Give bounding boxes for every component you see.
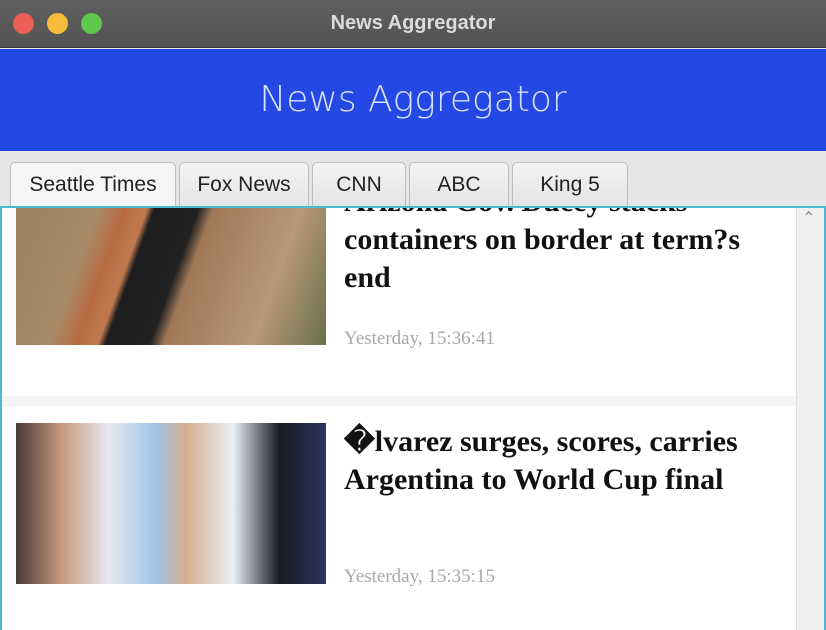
article-title[interactable]: �lvarez surges, scores, carries Argentin… [344, 423, 764, 499]
tab-king-5[interactable]: King 5 [512, 162, 628, 208]
article-card[interactable]: Arizona Gov. Ducey stacks containers on … [2, 208, 798, 396]
window-title: News Aggregator [330, 12, 496, 34]
tab-bar: Seattle Times Fox News CNN ABC King 5 [0, 151, 826, 208]
app-header: News Aggregator [0, 49, 826, 151]
article-list[interactable]: Arizona Gov. Ducey stacks containers on … [0, 206, 826, 630]
vertical-scrollbar[interactable]: ⌃ [796, 208, 824, 630]
scroll-up-icon[interactable]: ⌃ [802, 208, 815, 228]
tab-fox-news[interactable]: Fox News [179, 162, 309, 208]
article-timestamp: Yesterday, 15:36:41 [344, 328, 495, 349]
article-title[interactable]: Arizona Gov. Ducey stacks containers on … [344, 208, 764, 297]
title-bar: News Aggregator [0, 0, 826, 48]
article-card[interactable]: �lvarez surges, scores, carries Argentin… [2, 406, 798, 630]
tab-cnn[interactable]: CNN [312, 162, 406, 208]
tab-abc[interactable]: ABC [409, 162, 509, 208]
border-containers-photo [16, 208, 326, 345]
tab-seattle-times[interactable]: Seattle Times [10, 162, 176, 208]
article-timestamp: Yesterday, 15:35:15 [344, 566, 495, 587]
soccer-players-photo [16, 423, 326, 584]
